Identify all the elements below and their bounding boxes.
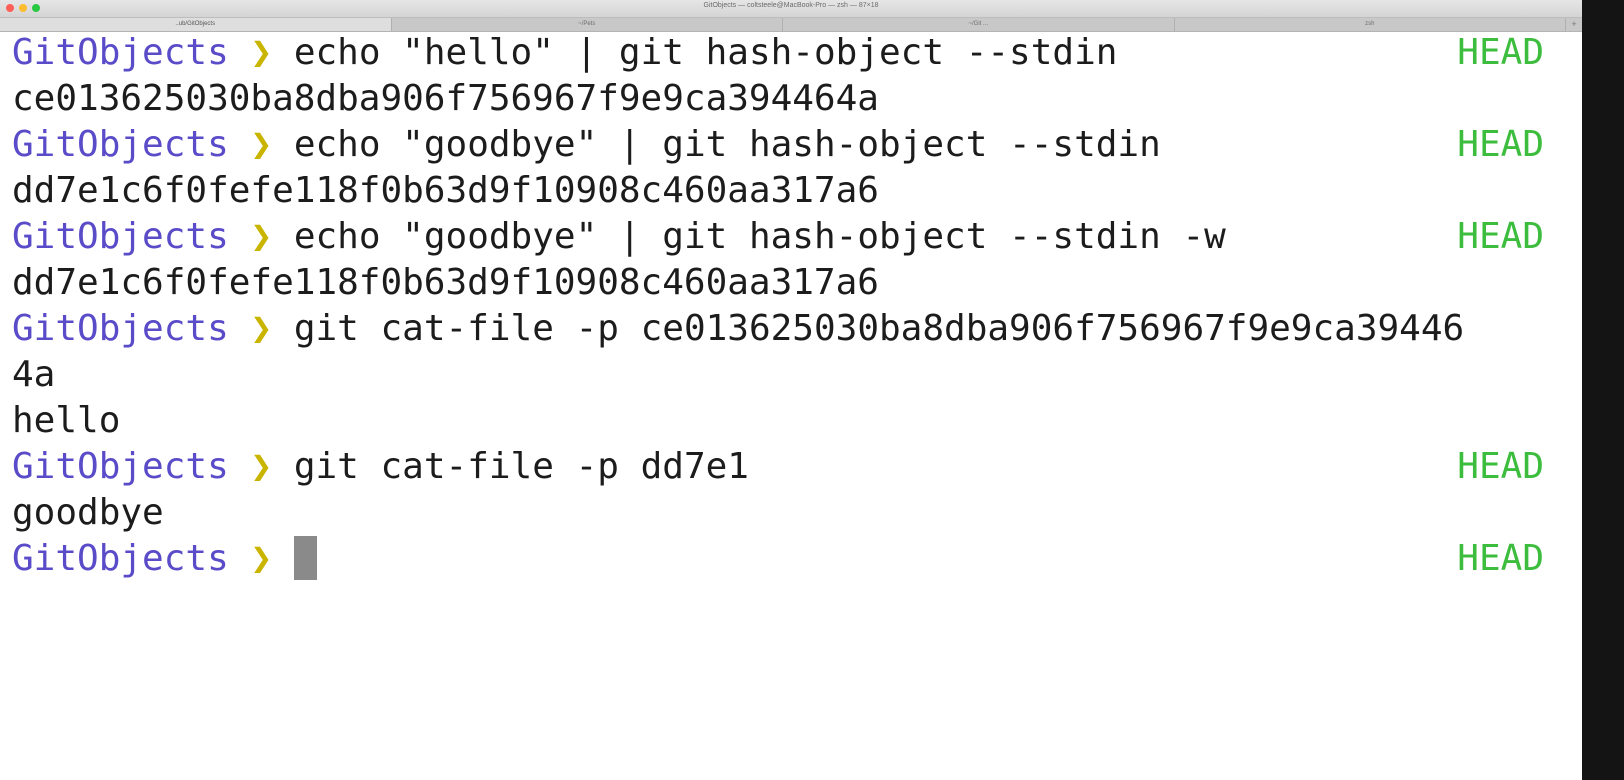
git-branch-indicator: HEAD: [1457, 216, 1544, 257]
command-text: echo "hello" | git hash-object --stdin: [293, 32, 1118, 73]
text-cursor[interactable]: [293, 536, 317, 580]
output-text: dd7e1c6f0fefe118f0b63d9f10908c460aa317a6: [12, 262, 879, 303]
prompt-directory: GitObjects: [12, 308, 229, 349]
output-line: 4a: [12, 352, 1582, 398]
prompt-directory: GitObjects: [12, 538, 229, 579]
prompt-line: GitObjects ❯ git cat-file -p dd7e1 HEAD: [12, 444, 1582, 490]
output-line: hello: [12, 398, 1582, 444]
window-title: GitObjects — coltsteele@MacBook-Pro — zs…: [703, 2, 879, 9]
prompt-directory: GitObjects: [12, 124, 229, 165]
terminal-window: GitObjects — coltsteele@MacBook-Pro — zs…: [0, 0, 1582, 780]
git-branch-indicator: HEAD: [1457, 446, 1544, 487]
git-branch-indicator: HEAD: [1457, 538, 1544, 579]
output-line: dd7e1c6f0fefe118f0b63d9f10908c460aa317a6: [12, 168, 1582, 214]
prompt-arrow-icon: ❯: [250, 124, 273, 165]
prompt-line: GitObjects ❯ HEAD: [12, 536, 1582, 582]
prompt-directory: GitObjects: [12, 446, 229, 487]
output-text: goodbye: [12, 492, 164, 533]
prompt-directory: GitObjects: [12, 216, 229, 257]
prompt-arrow-icon: ❯: [250, 538, 273, 579]
title-bar[interactable]: GitObjects — coltsteele@MacBook-Pro — zs…: [0, 0, 1582, 18]
prompt-line: GitObjects ❯ echo "goodbye" | git hash-o…: [12, 214, 1582, 260]
prompt-arrow-icon: ❯: [250, 216, 273, 257]
output-line: ce013625030ba8dba906f756967f9e9ca394464a: [12, 76, 1582, 122]
output-text: dd7e1c6f0fefe118f0b63d9f10908c460aa317a6: [12, 170, 879, 211]
output-text: ce013625030ba8dba906f756967f9e9ca394464a: [12, 78, 879, 119]
prompt-arrow-icon: ❯: [250, 32, 273, 73]
prompt-directory: GitObjects: [12, 32, 229, 73]
output-line: dd7e1c6f0fefe118f0b63d9f10908c460aa317a6: [12, 260, 1582, 306]
output-text: 4a: [12, 354, 56, 395]
prompt-line: GitObjects ❯ echo "hello" | git hash-obj…: [12, 30, 1582, 76]
prompt-arrow-icon: ❯: [250, 308, 273, 349]
git-branch-indicator: HEAD: [1457, 32, 1544, 73]
command-text: git cat-file -p dd7e1: [293, 446, 749, 487]
prompt-line: GitObjects ❯ git cat-file -p ce013625030…: [12, 306, 1582, 352]
terminal-output[interactable]: GitObjects ❯ echo "hello" | git hash-obj…: [12, 30, 1582, 770]
prompt-line: GitObjects ❯ echo "goodbye" | git hash-o…: [12, 122, 1582, 168]
prompt-arrow-icon: ❯: [250, 446, 273, 487]
git-branch-indicator: HEAD: [1457, 124, 1544, 165]
output-line: goodbye: [12, 490, 1582, 536]
command-text: echo "goodbye" | git hash-object --stdin…: [293, 216, 1226, 257]
command-text: git cat-file -p ce013625030ba8dba906f756…: [293, 308, 1465, 349]
command-text: echo "goodbye" | git hash-object --stdin: [293, 124, 1161, 165]
output-text: hello: [12, 400, 121, 441]
